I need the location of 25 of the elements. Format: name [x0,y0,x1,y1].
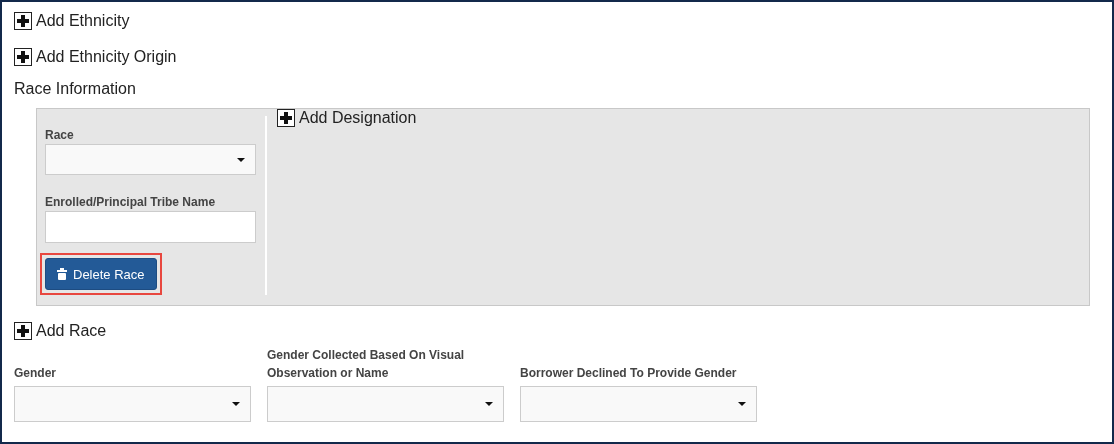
plus-icon [14,322,32,340]
section-title: Race Information [14,80,137,98]
dropdown-field[interactable] [14,386,251,422]
delete-button[interactable]: Delete Race [45,258,157,290]
plus-icon [14,12,32,30]
field-label: Gender [14,365,57,382]
caret-icon [485,402,493,406]
caret-icon [738,402,746,406]
field-label: Gender Collected Based On Visual Observation or Name [267,347,466,382]
caret-icon [237,157,245,162]
plus-icon [277,109,295,127]
field-label: Borrower Declined To Provide Gender [520,365,738,382]
dropdown-field[interactable] [520,386,757,422]
field-label: Race [45,127,75,144]
input-field[interactable] [45,211,256,243]
caret-icon [232,402,240,406]
plus-icon [14,48,32,66]
dropdown-field[interactable] [45,144,256,176]
trash-icon [57,268,67,280]
dropdown-field[interactable] [267,386,504,422]
add-link[interactable]: Add Designation [277,109,417,127]
field-label: Enrolled/Principal Tribe Name [45,194,217,212]
add-link[interactable]: Add Race [14,322,107,340]
add-link[interactable]: Add Ethnicity Origin [14,48,177,66]
add-link[interactable]: Add Ethnicity [14,12,130,30]
